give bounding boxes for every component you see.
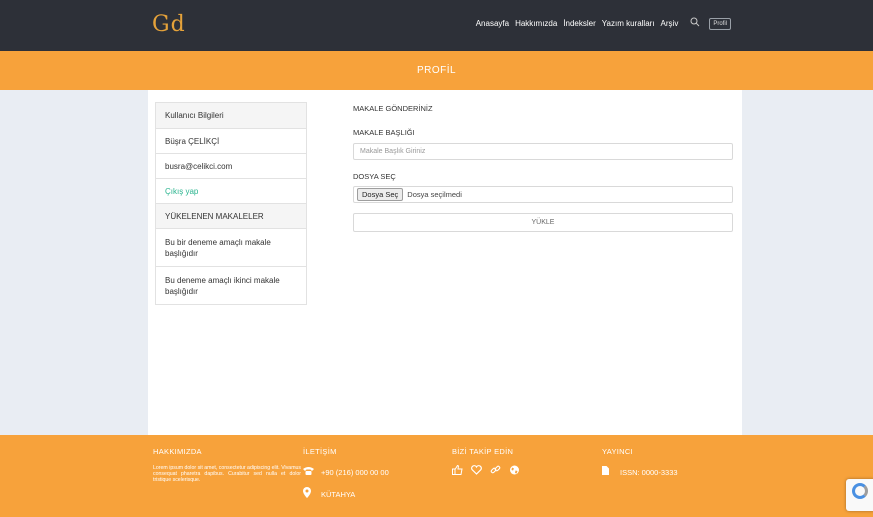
footer-issn: ISSN: 0000-3333 — [602, 466, 678, 478]
nav-link-archive[interactable]: Arşiv — [661, 19, 679, 28]
search-icon[interactable] — [690, 17, 700, 30]
footer-issn-text: ISSN: 0000-3333 — [620, 467, 678, 477]
article-title-input[interactable]: Makale Başlık Giriniz — [353, 143, 733, 160]
footer-contact: İLETİŞİM +90 (216) 000 00 00 KÜTAHYA — [303, 447, 389, 501]
footer-about: HAKKIMIZDA Lorem ipsum dolor sit amet, c… — [153, 447, 301, 484]
footer-publisher-title: YAYINCI — [602, 447, 633, 456]
sidebar-item-label: busra@celikci.com — [165, 161, 233, 171]
recaptcha-icon — [852, 483, 868, 499]
site-logo[interactable]: Gd — [152, 12, 186, 37]
footer-follow: BİZİ TAKİP EDİN — [452, 447, 520, 478]
nav-link-indexes[interactable]: İndeksler — [563, 19, 595, 28]
nav-link-writing-rules[interactable]: Yazım kuralları — [602, 19, 655, 28]
upload-button[interactable]: YÜKLE — [353, 213, 733, 232]
sidebar-item-logout[interactable]: Çıkış yap — [156, 178, 306, 203]
map-marker-icon — [303, 487, 321, 501]
thumbs-up-icon[interactable] — [452, 464, 463, 478]
article-title-label: MAKALE BAŞLIĞI — [353, 128, 415, 137]
sidebar-item-label: Büşra ÇELİKÇİ — [165, 136, 220, 146]
sidebar-item-label: Kullanıcı Bilgileri — [165, 111, 224, 120]
sidebar-header-user-info: Kullanıcı Bilgileri — [156, 103, 306, 128]
profile-sidebar: Kullanıcı Bilgileri Büşra ÇELİKÇİ busra@… — [155, 102, 307, 305]
profile-button[interactable]: Profil — [709, 17, 731, 30]
footer-contact-title: İLETİŞİM — [303, 447, 337, 456]
sidebar-item-article-2[interactable]: Bu deneme amaçlı ikinci makale başlığıdı… — [156, 266, 306, 304]
article-title[interactable]: Bu bir deneme amaçlı makale başlığıdır — [165, 237, 297, 259]
footer-location: KÜTAHYA — [303, 487, 389, 501]
nav-link-home[interactable]: Anasayfa — [476, 19, 509, 28]
file-icon — [602, 466, 620, 478]
globe-icon[interactable] — [509, 465, 520, 478]
page-title: PROFİL — [416, 65, 457, 76]
recaptcha-badge[interactable] — [846, 479, 873, 511]
main-nav: Anasayfa Hakkımızda İndeksler Yazım kura… — [470, 17, 731, 30]
footer-location-text: KÜTAHYA — [321, 489, 356, 499]
phone-icon — [303, 466, 321, 478]
top-navbar: Gd Anasayfa Hakkımızda İndeksler Yazım k… — [0, 0, 873, 51]
form-heading: MAKALE GÖNDERİNİZ — [353, 104, 433, 113]
sidebar-item-label: YÜKELENEN MAKALELER — [165, 211, 264, 221]
page-banner: PROFİL — [0, 51, 873, 90]
sidebar-item-user-email: busra@celikci.com — [156, 153, 306, 178]
footer-about-text: Lorem ipsum dolor sit amet, consectetur … — [153, 465, 301, 484]
article-title[interactable]: Bu deneme amaçlı ikinci makale başlığıdı… — [165, 275, 297, 297]
sidebar-item-article-1[interactable]: Bu bir deneme amaçlı makale başlığıdır — [156, 228, 306, 266]
logout-link[interactable]: Çıkış yap — [165, 187, 198, 196]
social-links — [452, 464, 520, 478]
nav-link-about[interactable]: Hakkımızda — [515, 19, 557, 28]
file-select-label: DOSYA SEÇ — [353, 172, 396, 181]
choose-file-button[interactable]: Dosya Seç — [357, 188, 404, 201]
sidebar-header-uploaded-articles: YÜKELENEN MAKALELER — [156, 203, 306, 228]
heart-icon[interactable] — [471, 465, 482, 478]
footer-phone: +90 (216) 000 00 00 — [303, 466, 389, 478]
footer-publisher: YAYINCI ISSN: 0000-3333 — [602, 447, 678, 478]
sidebar-item-user-name: Büşra ÇELİKÇİ — [156, 128, 306, 153]
file-input[interactable]: Dosya Seç Dosya seçilmedi — [353, 186, 733, 203]
link-icon[interactable] — [490, 465, 501, 478]
file-status-text: Dosya seçilmedi — [407, 190, 462, 199]
footer-about-title: HAKKIMIZDA — [153, 447, 202, 456]
site-footer: HAKKIMIZDA Lorem ipsum dolor sit amet, c… — [0, 435, 873, 517]
footer-follow-title: BİZİ TAKİP EDİN — [452, 447, 514, 456]
article-title-placeholder: Makale Başlık Giriniz — [360, 148, 426, 155]
footer-phone-text: +90 (216) 000 00 00 — [321, 467, 389, 477]
